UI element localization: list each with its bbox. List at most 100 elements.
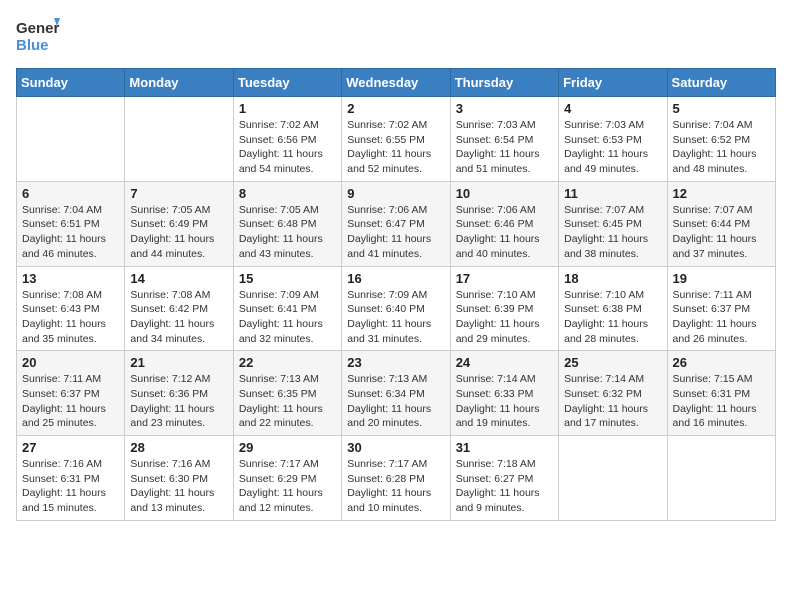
day-info: Sunrise: 7:04 AM Sunset: 6:52 PM Dayligh… [673,118,770,177]
day-number: 30 [347,440,444,455]
day-info: Sunrise: 7:17 AM Sunset: 6:28 PM Dayligh… [347,457,444,516]
day-info: Sunrise: 7:02 AM Sunset: 6:56 PM Dayligh… [239,118,336,177]
svg-text:Blue: Blue [16,37,49,54]
week-row-2: 6 Sunrise: 7:04 AM Sunset: 6:51 PM Dayli… [17,181,776,266]
weekday-wednesday: Wednesday [342,69,450,97]
calendar-cell: 17 Sunrise: 7:10 AM Sunset: 6:39 PM Dayl… [450,266,558,351]
day-info: Sunrise: 7:06 AM Sunset: 6:47 PM Dayligh… [347,203,444,262]
day-info: Sunrise: 7:17 AM Sunset: 6:29 PM Dayligh… [239,457,336,516]
week-row-3: 13 Sunrise: 7:08 AM Sunset: 6:43 PM Dayl… [17,266,776,351]
day-info: Sunrise: 7:12 AM Sunset: 6:36 PM Dayligh… [130,372,227,431]
calendar-cell: 14 Sunrise: 7:08 AM Sunset: 6:42 PM Dayl… [125,266,233,351]
day-number: 10 [456,186,553,201]
calendar-cell: 11 Sunrise: 7:07 AM Sunset: 6:45 PM Dayl… [559,181,667,266]
day-number: 4 [564,101,661,116]
day-number: 15 [239,271,336,286]
day-info: Sunrise: 7:06 AM Sunset: 6:46 PM Dayligh… [456,203,553,262]
day-number: 17 [456,271,553,286]
day-info: Sunrise: 7:11 AM Sunset: 6:37 PM Dayligh… [673,288,770,347]
calendar-cell: 18 Sunrise: 7:10 AM Sunset: 6:38 PM Dayl… [559,266,667,351]
calendar-cell: 19 Sunrise: 7:11 AM Sunset: 6:37 PM Dayl… [667,266,775,351]
day-info: Sunrise: 7:08 AM Sunset: 6:42 PM Dayligh… [130,288,227,347]
day-info: Sunrise: 7:05 AM Sunset: 6:49 PM Dayligh… [130,203,227,262]
day-number: 13 [22,271,119,286]
day-info: Sunrise: 7:08 AM Sunset: 6:43 PM Dayligh… [22,288,119,347]
day-number: 3 [456,101,553,116]
calendar-cell: 4 Sunrise: 7:03 AM Sunset: 6:53 PM Dayli… [559,97,667,182]
calendar-cell: 16 Sunrise: 7:09 AM Sunset: 6:40 PM Dayl… [342,266,450,351]
week-row-5: 27 Sunrise: 7:16 AM Sunset: 6:31 PM Dayl… [17,436,776,521]
logo: General Blue [16,16,60,56]
calendar-cell: 31 Sunrise: 7:18 AM Sunset: 6:27 PM Dayl… [450,436,558,521]
weekday-thursday: Thursday [450,69,558,97]
calendar-cell: 9 Sunrise: 7:06 AM Sunset: 6:47 PM Dayli… [342,181,450,266]
day-info: Sunrise: 7:13 AM Sunset: 6:34 PM Dayligh… [347,372,444,431]
day-number: 29 [239,440,336,455]
day-info: Sunrise: 7:03 AM Sunset: 6:54 PM Dayligh… [456,118,553,177]
calendar-cell: 28 Sunrise: 7:16 AM Sunset: 6:30 PM Dayl… [125,436,233,521]
weekday-tuesday: Tuesday [233,69,341,97]
day-number: 14 [130,271,227,286]
day-number: 24 [456,355,553,370]
calendar-cell: 21 Sunrise: 7:12 AM Sunset: 6:36 PM Dayl… [125,351,233,436]
calendar-cell [17,97,125,182]
calendar-cell: 13 Sunrise: 7:08 AM Sunset: 6:43 PM Dayl… [17,266,125,351]
day-info: Sunrise: 7:16 AM Sunset: 6:30 PM Dayligh… [130,457,227,516]
day-info: Sunrise: 7:05 AM Sunset: 6:48 PM Dayligh… [239,203,336,262]
calendar-cell: 15 Sunrise: 7:09 AM Sunset: 6:41 PM Dayl… [233,266,341,351]
day-number: 1 [239,101,336,116]
day-info: Sunrise: 7:14 AM Sunset: 6:32 PM Dayligh… [564,372,661,431]
calendar-cell: 8 Sunrise: 7:05 AM Sunset: 6:48 PM Dayli… [233,181,341,266]
day-number: 26 [673,355,770,370]
weekday-sunday: Sunday [17,69,125,97]
day-number: 16 [347,271,444,286]
day-info: Sunrise: 7:13 AM Sunset: 6:35 PM Dayligh… [239,372,336,431]
calendar-header: SundayMondayTuesdayWednesdayThursdayFrid… [17,69,776,97]
day-number: 20 [22,355,119,370]
day-info: Sunrise: 7:02 AM Sunset: 6:55 PM Dayligh… [347,118,444,177]
day-number: 22 [239,355,336,370]
calendar-cell: 12 Sunrise: 7:07 AM Sunset: 6:44 PM Dayl… [667,181,775,266]
day-number: 7 [130,186,227,201]
calendar-cell: 23 Sunrise: 7:13 AM Sunset: 6:34 PM Dayl… [342,351,450,436]
calendar-cell: 1 Sunrise: 7:02 AM Sunset: 6:56 PM Dayli… [233,97,341,182]
logo-svg: General Blue [16,16,60,56]
day-info: Sunrise: 7:09 AM Sunset: 6:40 PM Dayligh… [347,288,444,347]
day-number: 27 [22,440,119,455]
day-info: Sunrise: 7:07 AM Sunset: 6:45 PM Dayligh… [564,203,661,262]
day-info: Sunrise: 7:09 AM Sunset: 6:41 PM Dayligh… [239,288,336,347]
calendar-cell [125,97,233,182]
week-row-4: 20 Sunrise: 7:11 AM Sunset: 6:37 PM Dayl… [17,351,776,436]
calendar-cell [667,436,775,521]
calendar-cell: 26 Sunrise: 7:15 AM Sunset: 6:31 PM Dayl… [667,351,775,436]
day-info: Sunrise: 7:07 AM Sunset: 6:44 PM Dayligh… [673,203,770,262]
calendar-cell: 7 Sunrise: 7:05 AM Sunset: 6:49 PM Dayli… [125,181,233,266]
calendar-cell: 29 Sunrise: 7:17 AM Sunset: 6:29 PM Dayl… [233,436,341,521]
calendar-cell: 3 Sunrise: 7:03 AM Sunset: 6:54 PM Dayli… [450,97,558,182]
day-number: 11 [564,186,661,201]
calendar-cell: 27 Sunrise: 7:16 AM Sunset: 6:31 PM Dayl… [17,436,125,521]
day-number: 12 [673,186,770,201]
svg-text:General: General [16,20,60,37]
day-number: 5 [673,101,770,116]
day-number: 21 [130,355,227,370]
calendar-cell: 25 Sunrise: 7:14 AM Sunset: 6:32 PM Dayl… [559,351,667,436]
calendar-cell [559,436,667,521]
weekday-saturday: Saturday [667,69,775,97]
day-info: Sunrise: 7:14 AM Sunset: 6:33 PM Dayligh… [456,372,553,431]
day-number: 19 [673,271,770,286]
day-info: Sunrise: 7:11 AM Sunset: 6:37 PM Dayligh… [22,372,119,431]
weekday-monday: Monday [125,69,233,97]
calendar-cell: 2 Sunrise: 7:02 AM Sunset: 6:55 PM Dayli… [342,97,450,182]
day-info: Sunrise: 7:18 AM Sunset: 6:27 PM Dayligh… [456,457,553,516]
calendar-cell: 24 Sunrise: 7:14 AM Sunset: 6:33 PM Dayl… [450,351,558,436]
day-number: 9 [347,186,444,201]
day-number: 23 [347,355,444,370]
day-number: 25 [564,355,661,370]
day-number: 6 [22,186,119,201]
weekday-header-row: SundayMondayTuesdayWednesdayThursdayFrid… [17,69,776,97]
weekday-friday: Friday [559,69,667,97]
calendar-cell: 5 Sunrise: 7:04 AM Sunset: 6:52 PM Dayli… [667,97,775,182]
day-number: 8 [239,186,336,201]
calendar-cell: 10 Sunrise: 7:06 AM Sunset: 6:46 PM Dayl… [450,181,558,266]
